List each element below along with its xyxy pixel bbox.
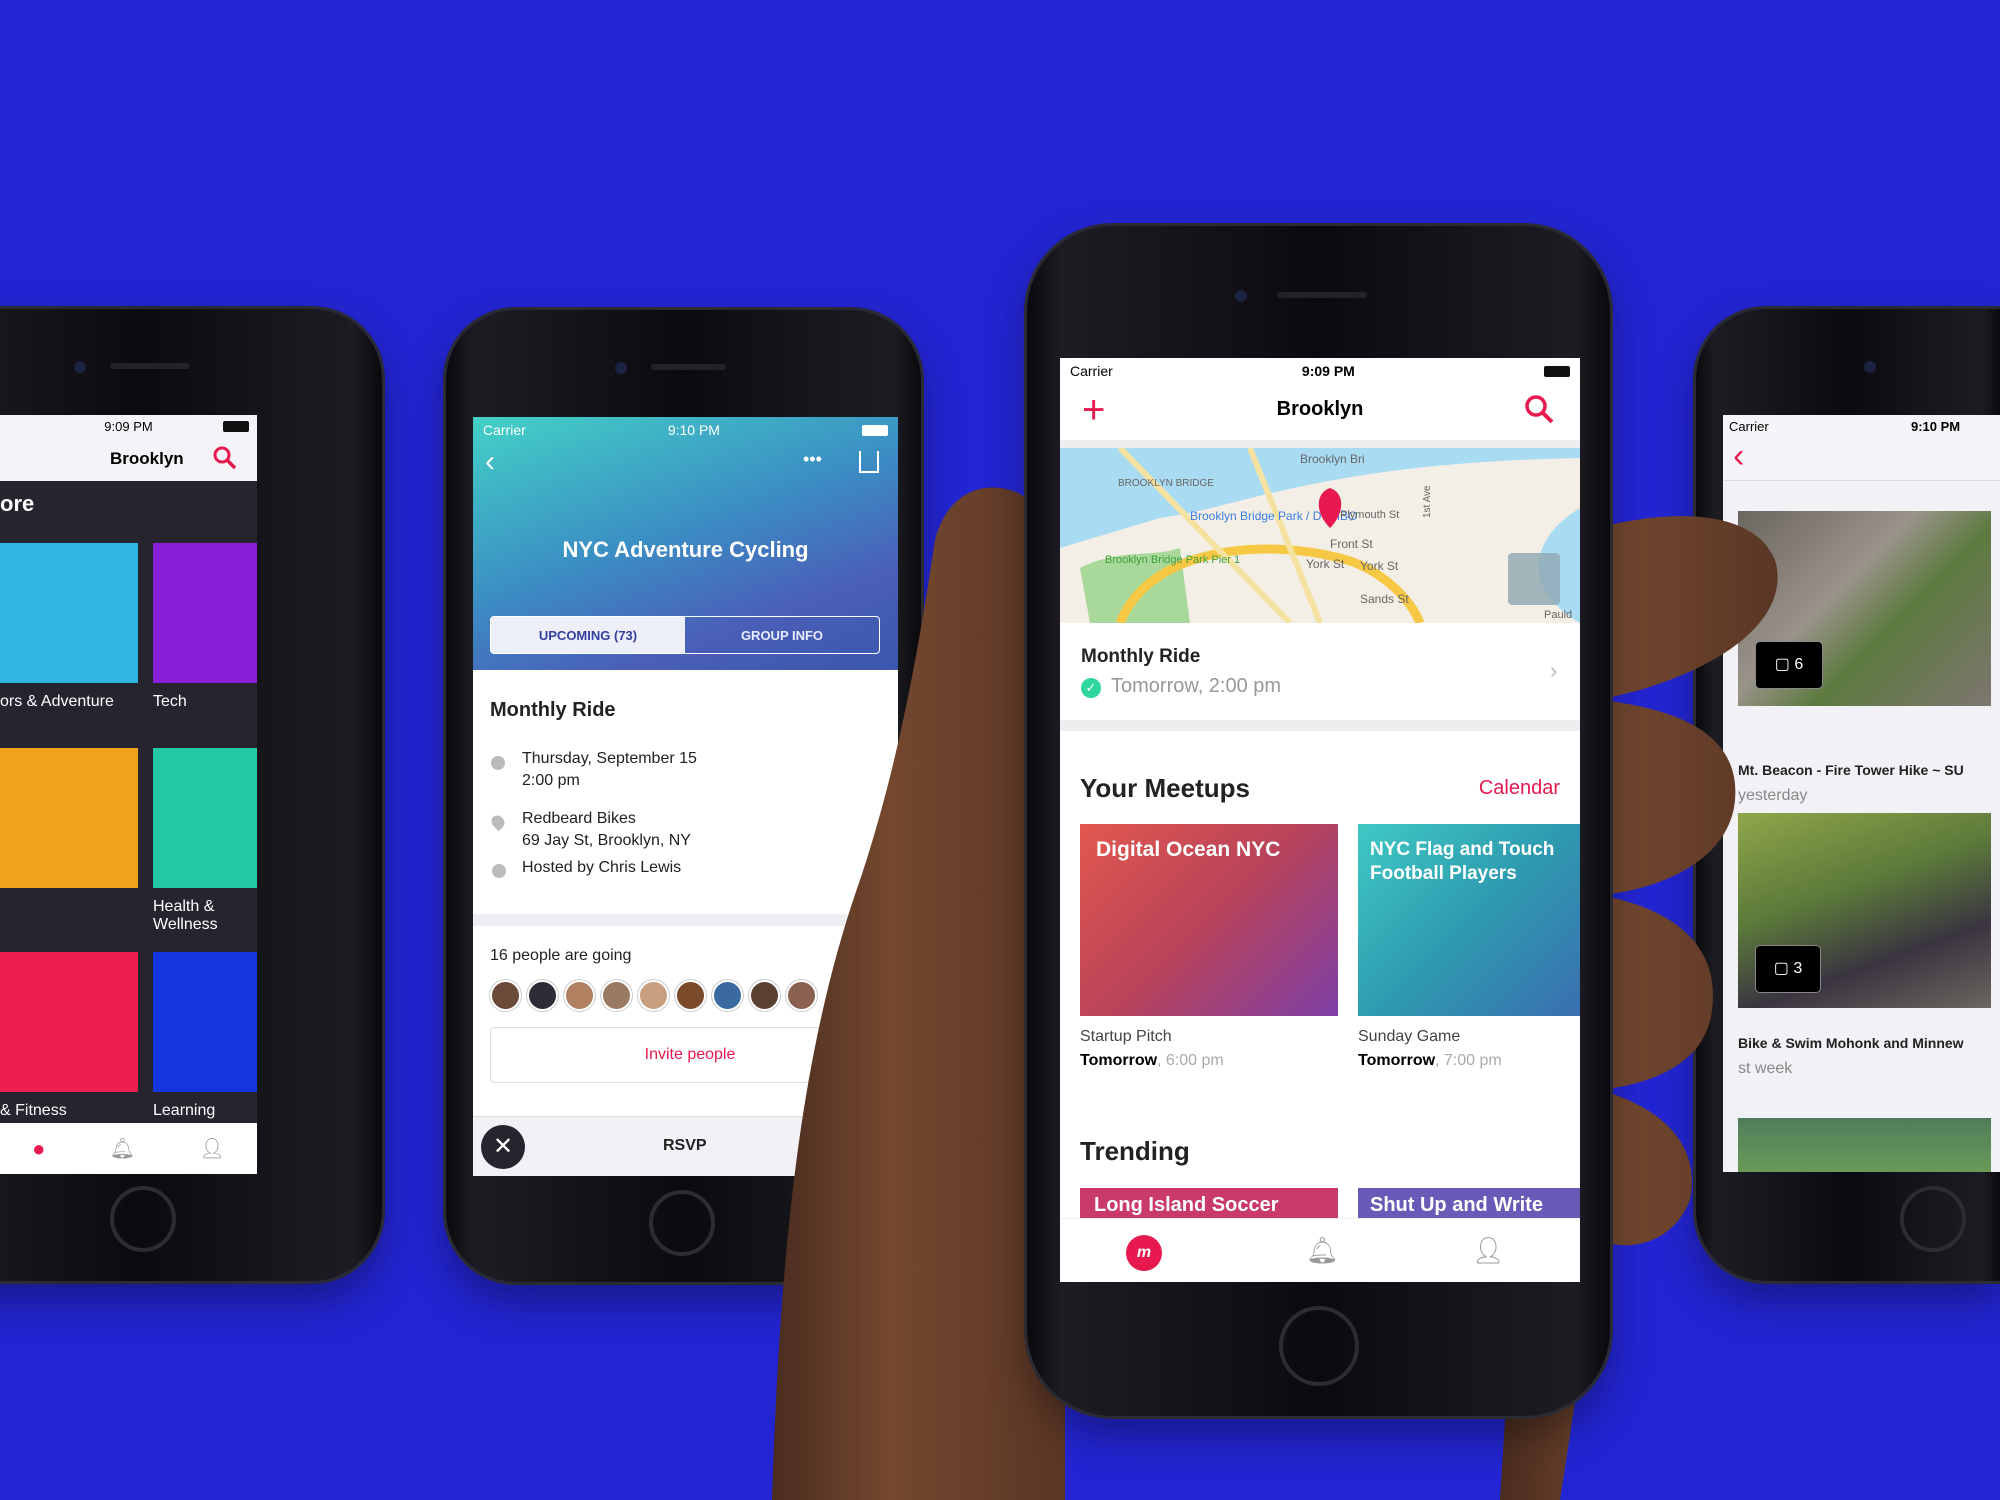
divider <box>1060 440 1580 448</box>
chevron-right-icon[interactable]: › <box>1550 658 1557 684</box>
map-label: Front St <box>1330 537 1373 551</box>
meetup-day: Tomorrow <box>1358 1052 1436 1069</box>
divider <box>1060 720 1580 731</box>
battery-icon <box>1543 365 1570 377</box>
status-time: 9:09 PM <box>1301 363 1355 379</box>
nav-title: Brooklyn <box>1276 398 1364 420</box>
meetup-event: Sunday Game <box>1358 1028 1461 1045</box>
tab-bar: m 🔔︎ 👤︎ <box>1060 1218 1580 1282</box>
map-label: Pauld <box>1544 609 1572 621</box>
hand <box>772 487 1778 1500</box>
camera <box>1235 290 1247 302</box>
map-label: Brooklyn Bri <box>1300 452 1365 466</box>
meetup-logo-icon[interactable]: m <box>1126 1235 1162 1271</box>
map-label: York St <box>1360 559 1399 573</box>
check-icon: ✓ <box>1081 678 1101 698</box>
profile-icon[interactable]: 👤︎ <box>1472 1235 1505 1266</box>
map[interactable]: BROOKLYN BRIDGE Brooklyn Bridge Park / D… <box>1060 448 1580 623</box>
map-label: Brooklyn Bridge Park Pier 1 <box>1105 554 1240 566</box>
section-heading: Trending <box>1080 1136 1190 1166</box>
meetup-event: Startup Pitch <box>1080 1028 1172 1045</box>
meetup-time: , 7:00 pm <box>1435 1052 1502 1069</box>
calendar-link[interactable]: Calendar <box>1479 777 1560 800</box>
section-heading: Your Meetups <box>1080 773 1250 803</box>
map-label: BROOKLYN BRIDGE <box>1118 478 1214 489</box>
map-label: Plymouth St <box>1340 509 1399 521</box>
trending-card[interactable]: Long Island Soccer <box>1080 1188 1338 1218</box>
map-label: York St <box>1306 557 1345 571</box>
map-label: 1st Ave <box>1422 485 1433 518</box>
next-event-title[interactable]: Monthly Ride <box>1081 646 1200 668</box>
search-icon[interactable] <box>1524 394 1556 426</box>
meetup-card[interactable]: Digital Ocean NYC <box>1080 824 1338 1016</box>
map-label: Sands St <box>1360 592 1409 606</box>
meetup-time: , 6:00 pm <box>1157 1052 1224 1069</box>
home-button[interactable] <box>1279 1306 1359 1386</box>
bell-icon[interactable]: 🔔︎ <box>1306 1235 1339 1266</box>
next-event-time: Tomorrow, 2:00 pm <box>1111 675 1282 697</box>
speaker <box>1277 292 1367 298</box>
phone-home: Carrier 9:09 PM + Brooklyn BROOKLYN BRIDG… <box>1027 226 1610 1416</box>
open-map-icon[interactable] <box>1508 553 1560 605</box>
trending-card[interactable]: Shut Up and Write <box>1358 1188 1580 1218</box>
status-carrier: Carrier <box>1070 363 1113 379</box>
meetup-day: Tomorrow <box>1080 1052 1158 1069</box>
meetup-card[interactable]: NYC Flag and Touch Football Players <box>1358 824 1580 1016</box>
